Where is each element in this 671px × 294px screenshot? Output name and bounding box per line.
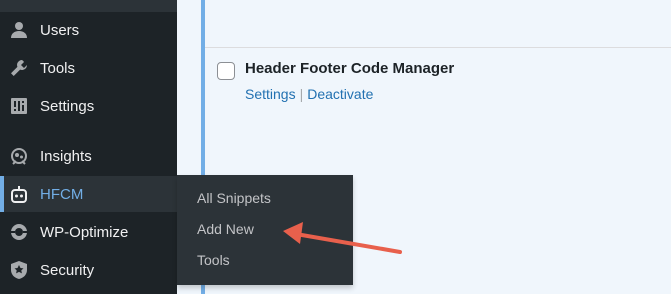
sidebar-item-label: WP-Optimize [40, 223, 129, 241]
plugin-actions: Settings | Deactivate [245, 86, 373, 102]
plugin-deactivate-link[interactable]: Deactivate [307, 86, 373, 102]
insights-icon [9, 146, 29, 166]
hfcm-submenu-flyout: All Snippets Add New Tools [177, 175, 353, 285]
sidebar-item-settings[interactable]: Settings [0, 88, 177, 124]
settings-sliders-icon [9, 96, 29, 116]
submenu-add-new[interactable]: Add New [197, 221, 254, 237]
sidebar-item-insights[interactable]: Insights [0, 138, 177, 174]
sidebar-item-label: HFCM [40, 185, 84, 203]
wrench-icon [9, 58, 29, 78]
shield-icon [9, 260, 29, 280]
sidebar-item-hfcm[interactable]: HFCM [0, 176, 185, 212]
sidebar-item-tools[interactable]: Tools [0, 50, 177, 86]
plugin-settings-link[interactable]: Settings [245, 86, 296, 102]
user-icon [9, 20, 29, 40]
sidebar-item-label: Tools [40, 59, 76, 77]
admin-sidebar: Users Tools Settings Insights HFCM WP-Op… [0, 0, 185, 294]
plugin-title: Header Footer Code Manager [245, 60, 455, 77]
sidebar-item-label: Security [40, 261, 95, 279]
action-separator: | [299, 86, 304, 102]
sidebar-item-label: Users [40, 21, 80, 39]
sidebar-item-label: Insights [40, 147, 92, 165]
plugin-select-checkbox[interactable] [217, 62, 235, 80]
sidebar-item-label: Settings [40, 97, 95, 115]
active-indicator [0, 176, 4, 212]
submenu-all-snippets[interactable]: All Snippets [197, 190, 271, 206]
submenu-tools[interactable]: Tools [197, 252, 230, 268]
sidebar-item-wp-optimize[interactable]: WP-Optimize [0, 214, 177, 250]
sidebar-item-users[interactable]: Users [0, 12, 177, 48]
wp-optimize-icon [9, 222, 29, 242]
sidebar-item-security[interactable]: Security [0, 252, 177, 288]
sidebar-top-strip [0, 0, 177, 12]
row-divider [205, 47, 671, 48]
robot-icon [9, 184, 29, 204]
